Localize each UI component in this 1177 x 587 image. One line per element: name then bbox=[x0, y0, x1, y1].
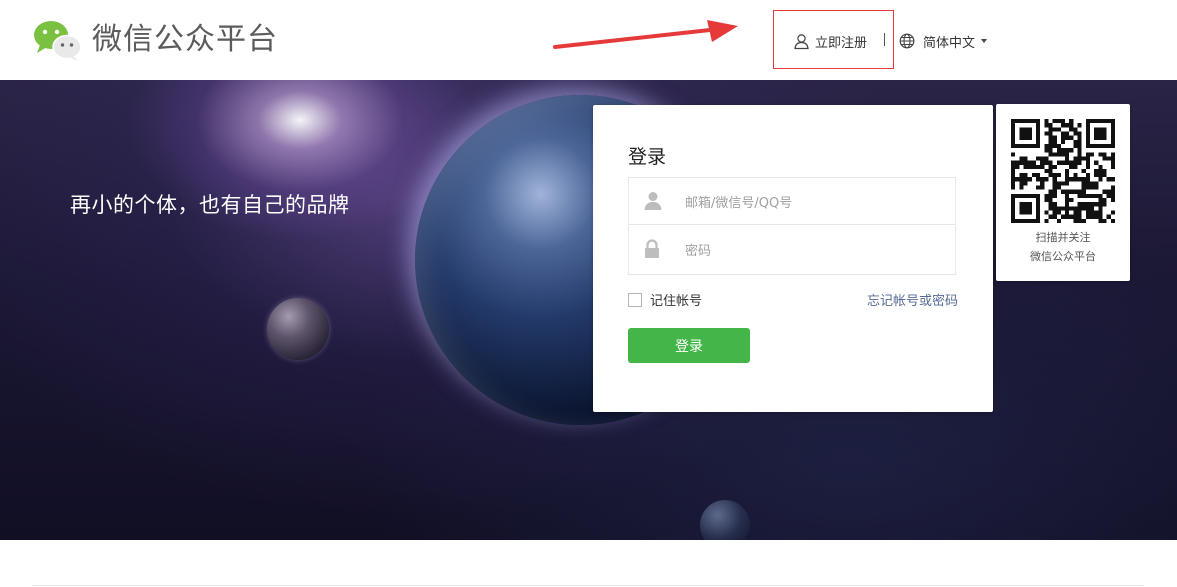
brand-title[interactable]: 微信公众平台 bbox=[92, 20, 278, 60]
qr-caption: 扫描并关注 微信公众平台 bbox=[996, 228, 1130, 266]
lock-icon bbox=[645, 239, 659, 258]
footer-divider bbox=[33, 585, 1143, 586]
qr-caption-line2: 微信公众平台 bbox=[1030, 250, 1096, 263]
top-header: 微信公众平台 立即注册 简体中文 bbox=[0, 0, 1177, 80]
login-button[interactable]: 登录 bbox=[628, 328, 750, 363]
register-link[interactable]: 立即注册 bbox=[793, 31, 867, 51]
globe-icon bbox=[899, 33, 915, 49]
red-arrow-annotation bbox=[553, 20, 738, 49]
account-field bbox=[628, 177, 956, 225]
password-field bbox=[628, 226, 956, 275]
language-label: 简体中文 bbox=[923, 35, 976, 51]
qr-code bbox=[1011, 119, 1115, 223]
distant-planet-illustration bbox=[700, 500, 750, 540]
remember-checkbox[interactable] bbox=[628, 292, 642, 307]
password-input[interactable] bbox=[683, 236, 947, 266]
wechat-logo-icon[interactable] bbox=[32, 18, 82, 62]
login-title: 登录 bbox=[628, 146, 667, 168]
header-separator bbox=[884, 33, 885, 46]
user-icon bbox=[794, 33, 809, 49]
register-label: 立即注册 bbox=[815, 35, 868, 51]
remember-account[interactable]: 记住帐号 bbox=[628, 290, 702, 309]
remember-label: 记住帐号 bbox=[650, 294, 703, 309]
small-planet-illustration bbox=[267, 298, 329, 360]
forgot-password-link[interactable]: 忘记帐号或密码 bbox=[867, 290, 958, 309]
banner-slogan: 再小的个体，也有自己的品牌 bbox=[70, 193, 350, 217]
login-panel: 登录 记住帐号 忘记帐号或密码 登录 bbox=[593, 105, 993, 412]
account-input[interactable] bbox=[683, 188, 947, 218]
language-selector[interactable]: 简体中文 bbox=[899, 31, 988, 51]
user-icon bbox=[644, 192, 662, 210]
chevron-down-icon bbox=[981, 39, 988, 43]
qr-card: 扫描并关注 微信公众平台 bbox=[996, 104, 1130, 281]
qr-caption-line1: 扫描并关注 bbox=[1035, 231, 1091, 244]
